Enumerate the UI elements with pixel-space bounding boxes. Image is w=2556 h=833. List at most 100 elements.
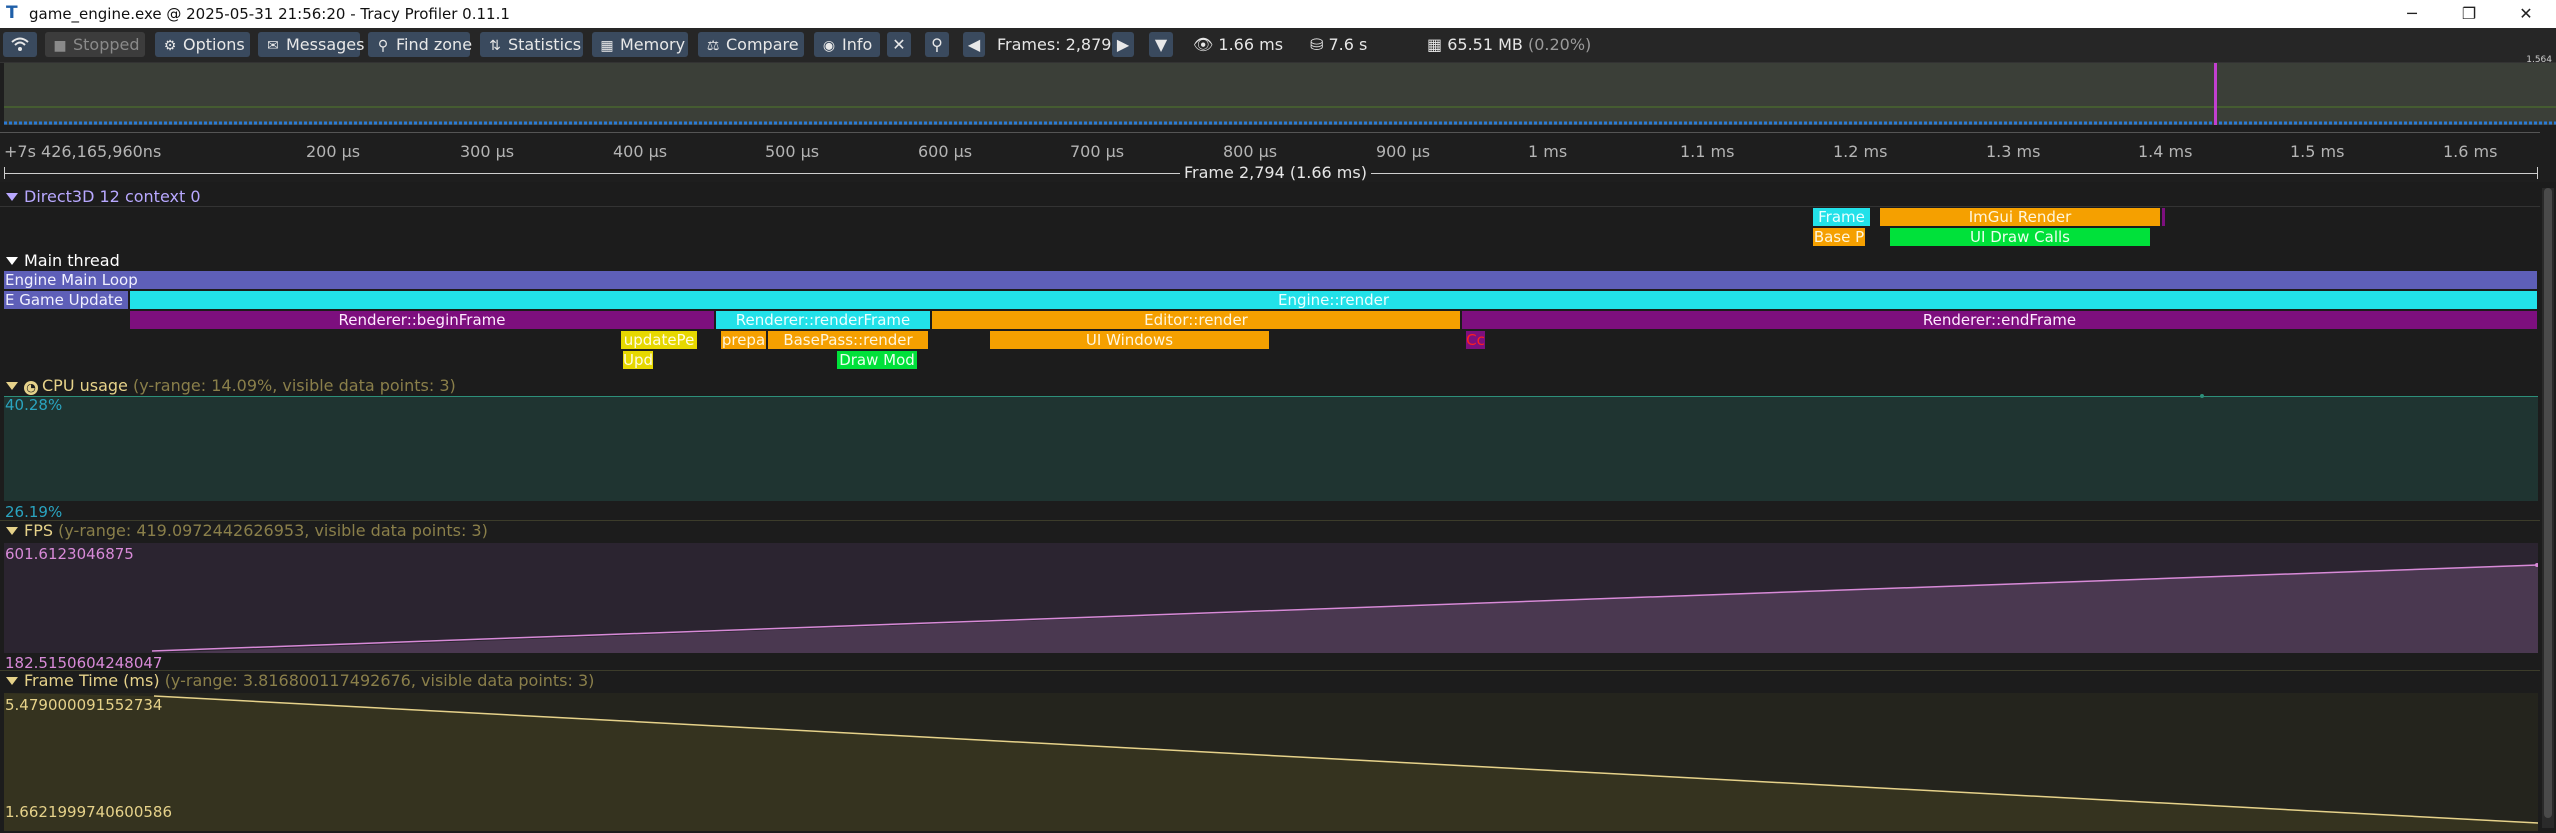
frame-menu-button[interactable]: ▼ <box>1149 32 1173 57</box>
gpu-zone[interactable]: ImGui Render <box>1880 208 2160 226</box>
frames-count[interactable]: Frames: 2,879 <box>997 32 1111 57</box>
connection-button[interactable] <box>3 32 37 57</box>
memory-label: Memory <box>620 35 686 54</box>
options-button[interactable]: ⚙ Options <box>155 32 250 57</box>
ruler-tick-label: 1.4 ms <box>2138 142 2193 161</box>
stop-icon: ■ <box>53 38 67 54</box>
timeline-scrollbar[interactable] <box>2542 188 2554 828</box>
tracy-app-icon: T <box>6 3 18 23</box>
memory-button[interactable]: ▦ Memory <box>592 32 688 57</box>
memory-usage-value: 65.51 MB <box>1447 35 1523 54</box>
overview-scale-label: 1.564 <box>2526 55 2552 65</box>
window-title-bar: T game_engine.exe @ 2025-05-31 21:56:20 … <box>0 0 2556 28</box>
zone-base-pass[interactable]: BasePass::render <box>768 331 928 349</box>
zone-upd[interactable]: Upd <box>623 351 653 369</box>
compare-button[interactable]: ⚖ Compare <box>698 32 804 57</box>
zone-prepa[interactable]: prepa <box>721 331 766 349</box>
frame-time-max-label: 5.479000091552734 <box>5 696 163 714</box>
ruler-tick-label: 600 μs <box>918 142 973 161</box>
gpu-zone[interactable]: Base P <box>1813 228 1865 246</box>
memory-percent-value: (0.20%) <box>1527 35 1592 54</box>
ruler-tick-label: 1 ms <box>1528 142 1568 161</box>
zone-game-update[interactable]: E Game Update <box>4 291 128 309</box>
time-ruler[interactable]: +7s 426,165,960ns 200 μs 300 μs 400 μs 5… <box>0 128 2556 182</box>
zone-engine-main-loop[interactable]: Engine Main Loop <box>4 271 2537 289</box>
messages-label: Messages <box>286 35 365 54</box>
tools-icon: ✕ <box>892 35 906 54</box>
frame-time-plot-info: (y-range: 3.816800117492676, visible dat… <box>164 671 595 690</box>
frame-time-readout: 👁 1.66 ms <box>1193 32 1283 57</box>
ruler-tick-label: 1.5 ms <box>2290 142 2345 161</box>
gpu-zone[interactable]: UI Draw Calls <box>1890 228 2150 246</box>
ruler-tick-label: 1.1 ms <box>1680 142 1735 161</box>
cpu-min-label: 26.19% <box>5 503 63 521</box>
memory-icon: ▦ <box>600 38 614 54</box>
window-title: game_engine.exe @ 2025-05-31 21:56:20 - … <box>29 5 510 23</box>
scale-icon: ⚖ <box>706 38 720 54</box>
zone-draw-mod[interactable]: Draw Mod <box>837 351 917 369</box>
main-thread-title: Main thread <box>24 251 120 270</box>
sort-icon: ⇅ <box>489 38 501 54</box>
zone-begin-frame[interactable]: Renderer::beginFrame <box>130 311 714 329</box>
cpu-plot[interactable] <box>4 394 2538 501</box>
zone-end-frame[interactable]: Renderer::endFrame <box>1462 311 2537 329</box>
zone-render-frame[interactable]: Renderer::renderFrame <box>716 311 930 329</box>
zoom-button[interactable]: ⚲ <box>925 32 949 57</box>
zone-editor-render[interactable]: Editor::render <box>932 311 1460 329</box>
statistics-button[interactable]: ⇅ Statistics <box>480 32 583 57</box>
close-button[interactable]: ✕ <box>2498 0 2554 28</box>
ruler-tick-label: 800 μs <box>1223 142 1278 161</box>
memory-readout: ▦ 65.51 MB (0.20%) <box>1427 32 1591 57</box>
zone-engine-render[interactable]: Engine::render <box>130 291 2537 309</box>
frame-time-min-label: 1.6621999740600586 <box>5 803 173 821</box>
frame-label[interactable]: Frame 2,794 (1.66 ms) <box>1180 163 1371 182</box>
ruler-tick-label: 200 μs <box>306 142 361 161</box>
cpu-plot-header[interactable]: ◔ CPU usage (y-range: 14.09%, visible dat… <box>0 376 456 396</box>
info-button[interactable]: ◉ Info <box>814 32 880 57</box>
statistics-label: Statistics <box>508 35 582 54</box>
frame-span-start <box>4 167 5 179</box>
tools-button[interactable]: ✕ <box>887 32 911 57</box>
ruler-tick-label: 400 μs <box>613 142 668 161</box>
collapse-arrow-icon <box>6 257 18 265</box>
gpu-context-header[interactable]: Direct3D 12 context 0 <box>0 187 201 207</box>
minimize-button[interactable]: ─ <box>2384 0 2440 28</box>
ruler-tick-label: 1.6 ms <box>2443 142 2498 161</box>
frame-time-value: 1.66 ms <box>1218 35 1284 54</box>
gear-icon: ⚙ <box>163 38 177 54</box>
tag-icon: ✉ <box>267 38 279 54</box>
zone-update-pe[interactable]: updatePe <box>621 331 697 349</box>
prev-frame-button[interactable]: ◀ <box>963 32 985 57</box>
gpu-zone[interactable]: Frame <box>1813 208 1870 226</box>
fps-max-label: 601.6123046875 <box>5 545 134 563</box>
frame-overview[interactable]: 1.564 <box>4 55 2556 125</box>
gpu-zone-sliver[interactable] <box>2162 208 2165 226</box>
messages-button[interactable]: ✉ Messages <box>258 32 364 57</box>
fps-plot-header[interactable]: FPS (y-range: 419.0972442626953, visible… <box>0 521 488 541</box>
fps-plot-title: FPS <box>24 521 54 540</box>
timeline-view[interactable]: Direct3D 12 context 0 Frame ImGui Render… <box>0 182 2556 833</box>
frame-overview-graph <box>4 63 2556 125</box>
frame-time-plot[interactable] <box>4 693 2538 831</box>
ruler-tick-label: 300 μs <box>460 142 515 161</box>
fingerprint-icon: ◉ <box>822 38 836 54</box>
next-frame-button[interactable]: ▶ <box>1112 32 1134 57</box>
fps-plot-graph <box>4 563 2538 653</box>
zone-ui-windows[interactable]: UI Windows <box>990 331 1269 349</box>
scrollbar-thumb[interactable] <box>2544 188 2552 818</box>
fps-plot-info: (y-range: 419.0972442626953, visible dat… <box>58 521 488 540</box>
maximize-button[interactable]: ❐ <box>2441 0 2497 28</box>
zone-cc[interactable]: Cc <box>1466 331 1485 349</box>
stopped-button[interactable]: ■ Stopped <box>45 32 145 57</box>
gpu-context-title: Direct3D 12 context 0 <box>24 187 201 206</box>
cpu-data-point <box>2200 394 2204 398</box>
zoom-icon: ⚲ <box>931 35 943 54</box>
ruler-baseline <box>0 128 2540 133</box>
ruler-tick-label: 1.2 ms <box>1833 142 1888 161</box>
main-thread-header[interactable]: Main thread <box>0 251 120 271</box>
find-zone-button[interactable]: ⚲ Find zone <box>368 32 472 57</box>
fps-plot[interactable] <box>4 543 2538 653</box>
ruler-tick-label: 1.3 ms <box>1986 142 2041 161</box>
caret-right-icon: ▶ <box>1116 35 1130 54</box>
frame-time-plot-header[interactable]: Frame Time (ms) (y-range: 3.816800117492… <box>0 671 594 691</box>
